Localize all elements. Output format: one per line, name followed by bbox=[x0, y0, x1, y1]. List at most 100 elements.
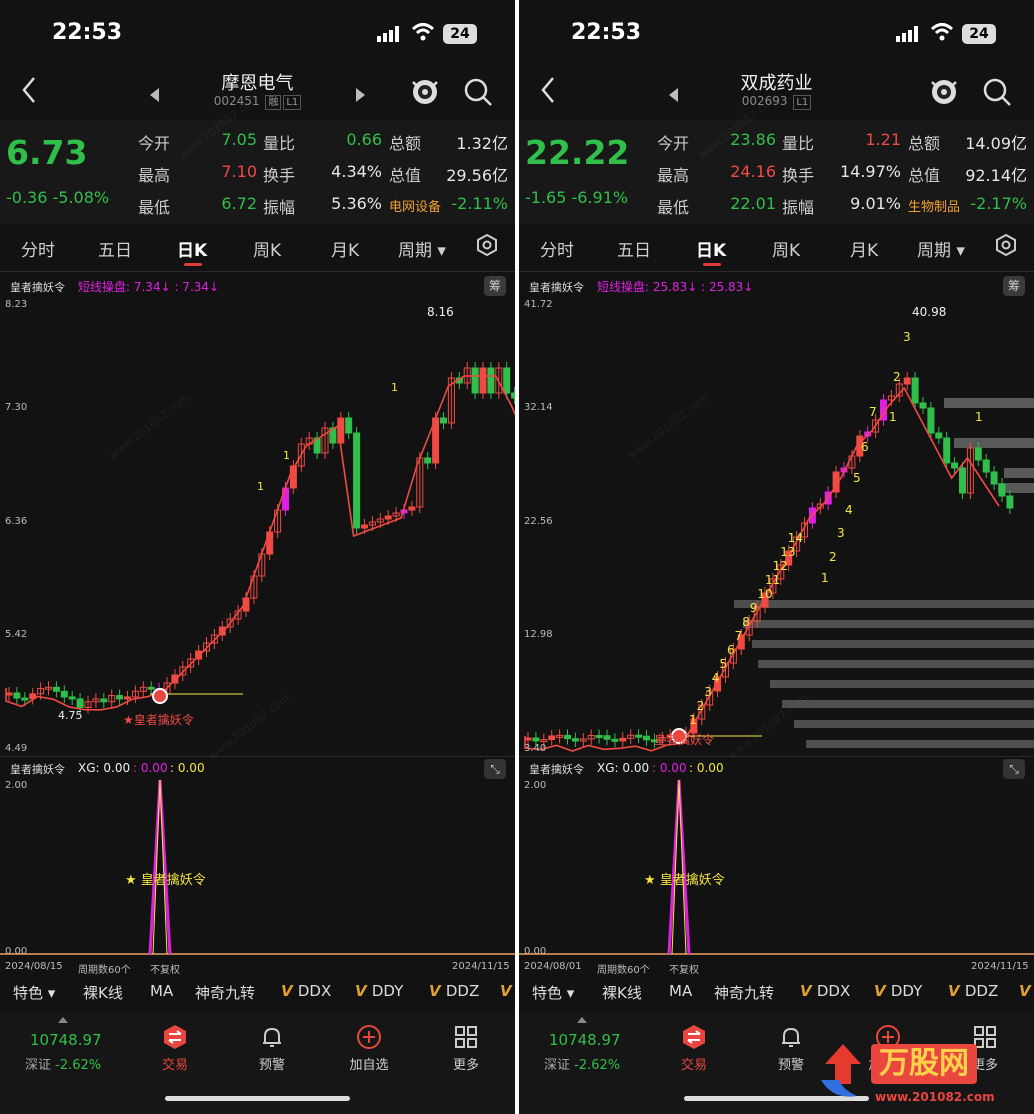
candle-body bbox=[147, 686, 155, 690]
quote-label: 总额 bbox=[389, 134, 422, 153]
main-kline-chart[interactable] bbox=[519, 298, 1034, 753]
tab-daily-k[interactable]: 日K bbox=[696, 236, 726, 261]
trade-icon[interactable] bbox=[162, 1024, 188, 1050]
level-tag: L1 bbox=[283, 95, 302, 110]
candle-body bbox=[471, 367, 479, 394]
indicator-name[interactable]: 皇者擒妖令 bbox=[529, 279, 584, 295]
period-count: 周期数60个 bbox=[78, 965, 131, 976]
nav-add-watchlist[interactable]: 加自选 bbox=[334, 1054, 404, 1073]
add-watchlist-icon[interactable] bbox=[356, 1024, 382, 1050]
peak-price-label: 8.16 bbox=[427, 305, 454, 319]
candle-body bbox=[361, 524, 368, 529]
tab-daily-k[interactable]: 日K bbox=[177, 236, 207, 261]
eye-monitor-icon[interactable] bbox=[927, 74, 961, 108]
search-icon[interactable] bbox=[462, 76, 494, 108]
top-count-label: 5 bbox=[853, 471, 861, 485]
prev-stock-icon[interactable] bbox=[669, 88, 678, 102]
gear-icon[interactable] bbox=[476, 234, 498, 256]
candle-body bbox=[21, 697, 29, 701]
menu-ddy[interactable]: V DDY bbox=[874, 982, 922, 1000]
menu-ddz[interactable]: V DDZ bbox=[429, 982, 479, 1000]
tab-monthly-k[interactable]: 月K bbox=[850, 236, 878, 261]
nav-trade[interactable]: 交易 bbox=[659, 1054, 729, 1073]
trade-icon[interactable] bbox=[681, 1024, 707, 1050]
home-indicator bbox=[165, 1096, 350, 1101]
menu-ddx-label: DDX bbox=[816, 982, 851, 1000]
menu-ma[interactable]: MA bbox=[669, 982, 692, 1000]
menu-magic-nine[interactable]: 神奇九转 bbox=[195, 982, 255, 1003]
menu-ddx[interactable]: V DDX bbox=[281, 982, 331, 1000]
sector-name[interactable]: 电网设备 bbox=[389, 196, 441, 215]
menu-naked-k[interactable]: 裸K线 bbox=[602, 982, 642, 1003]
candle-body bbox=[959, 467, 966, 494]
quote-label: 最高 bbox=[138, 166, 171, 185]
status-time: 22:53 bbox=[52, 20, 123, 45]
menu-ddz[interactable]: V DDZ bbox=[948, 982, 998, 1000]
candle-body bbox=[424, 457, 432, 464]
index-value[interactable]: 10748.97 bbox=[30, 1031, 102, 1049]
level-tag: L1 bbox=[793, 95, 812, 110]
tab-intraday[interactable]: 分时 bbox=[21, 236, 55, 261]
prev-stock-icon[interactable] bbox=[150, 88, 159, 102]
quote-value: 1.32亿 bbox=[456, 134, 508, 153]
tab-intraday[interactable]: 分时 bbox=[540, 236, 574, 261]
tab-period[interactable]: 周期 ▾ bbox=[398, 236, 446, 261]
tab-weekly-k[interactable]: 周K bbox=[772, 236, 800, 261]
nav-more[interactable]: 更多 bbox=[431, 1054, 501, 1073]
sector-name[interactable]: 生物制品 bbox=[908, 196, 960, 215]
vip-icon: V bbox=[281, 982, 298, 1000]
price-change: -0.36 -5.08% bbox=[6, 188, 109, 207]
grid-icon[interactable] bbox=[453, 1024, 479, 1050]
menu-special[interactable]: 特色 ▾ bbox=[13, 982, 55, 1003]
tab-weekly-k[interactable]: 周K bbox=[253, 236, 281, 261]
sub-indicator-name[interactable]: 皇者擒妖令 bbox=[10, 761, 65, 777]
main-kline-chart[interactable] bbox=[0, 298, 515, 753]
chart-separator bbox=[519, 756, 1034, 757]
signal-label: 皇者擒妖令 bbox=[654, 733, 715, 747]
logo-brand: 万股网 bbox=[871, 1044, 977, 1084]
eye-monitor-icon[interactable] bbox=[408, 74, 442, 108]
expand-icon[interactable]: ⤡ bbox=[484, 759, 506, 779]
bell-icon[interactable] bbox=[259, 1024, 285, 1050]
count-label: 1 bbox=[391, 381, 398, 394]
menu-naked-k[interactable]: 裸K线 bbox=[83, 982, 123, 1003]
bell-icon[interactable] bbox=[778, 1024, 804, 1050]
caret-up-icon bbox=[577, 1017, 587, 1023]
sub-indicator-chart[interactable] bbox=[0, 778, 515, 958]
search-icon[interactable] bbox=[981, 76, 1013, 108]
next-stock-icon[interactable] bbox=[356, 88, 365, 102]
active-tab-indicator bbox=[703, 263, 721, 266]
candle-body bbox=[116, 695, 124, 700]
back-arrow-icon[interactable] bbox=[18, 74, 40, 106]
expand-icon[interactable]: ⤡ bbox=[1003, 759, 1025, 779]
change-value: -1.65 bbox=[525, 188, 567, 207]
menu-ddx-label: DDX bbox=[297, 982, 332, 1000]
back-arrow-icon[interactable] bbox=[537, 74, 559, 106]
quote-label: 总额 bbox=[908, 134, 941, 153]
menu-magic-nine[interactable]: 神奇九转 bbox=[714, 982, 774, 1003]
gear-icon[interactable] bbox=[995, 234, 1017, 256]
stock-title: 双成药业 bbox=[740, 73, 813, 94]
menu-special[interactable]: 特色 ▾ bbox=[532, 982, 574, 1003]
left-stock-panel: 22:53 24 摩恩电气 002451 融 L1 6.73 -0.36 -5.0… bbox=[0, 0, 515, 1114]
tab-five-day[interactable]: 五日 bbox=[617, 236, 651, 261]
tab-period[interactable]: 周期 ▾ bbox=[917, 236, 965, 261]
nav-trade[interactable]: 交易 bbox=[140, 1054, 210, 1073]
menu-ddy[interactable]: V DDY bbox=[355, 982, 403, 1000]
chip-distribution-button[interactable]: 筹 bbox=[1003, 276, 1025, 296]
sub-indicator-name[interactable]: 皇者擒妖令 bbox=[529, 761, 584, 777]
menu-ma[interactable]: MA bbox=[150, 982, 173, 1000]
nav-alert[interactable]: 预警 bbox=[237, 1054, 307, 1073]
index-pct: -2.62% bbox=[55, 1058, 102, 1073]
nine-turn-label: 12 bbox=[772, 559, 788, 573]
tab-five-day[interactable]: 五日 bbox=[98, 236, 132, 261]
menu-ddx[interactable]: V DDX bbox=[800, 982, 850, 1000]
indicator-name[interactable]: 皇者擒妖令 bbox=[10, 279, 65, 295]
sub-indicator-chart[interactable] bbox=[519, 778, 1034, 958]
candle-body bbox=[974, 447, 982, 461]
index-value[interactable]: 10748.97 bbox=[549, 1031, 621, 1049]
tab-monthly-k[interactable]: 月K bbox=[331, 236, 359, 261]
site-logo: 万股网 www.201082.com bbox=[813, 1040, 1028, 1110]
chip-distribution-button[interactable]: 筹 bbox=[484, 276, 506, 296]
candle-body bbox=[611, 738, 619, 742]
